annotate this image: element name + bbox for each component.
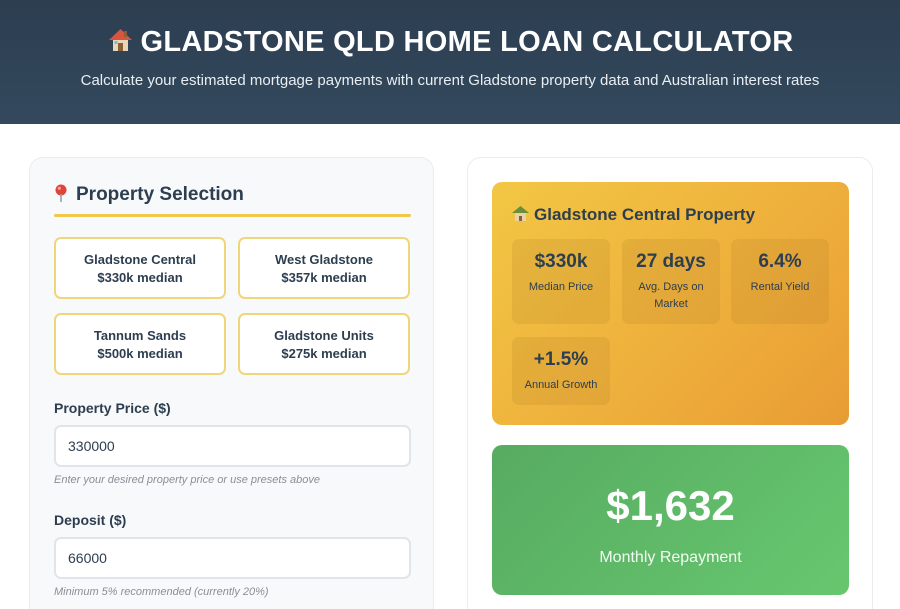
property-info-card: Gladstone Central Property $330k Median … <box>492 182 849 425</box>
page-header: GLADSTONE QLD HOME LOAN CALCULATOR Calcu… <box>0 0 900 124</box>
preset-tannum-sands[interactable]: Tannum Sands $500k median <box>54 313 226 375</box>
stat-value: 27 days <box>636 251 706 272</box>
preset-name: Tannum Sands <box>93 328 187 343</box>
deposit-input[interactable] <box>54 537 411 579</box>
deposit-hint: Minimum 5% recommended (currently 20%) <box>54 586 269 598</box>
stat-label: Rental Yield <box>750 281 810 293</box>
monthly-repayment-label: Monthly Repayment <box>599 549 742 566</box>
preset-gladstone-central[interactable]: Gladstone Central $330k median <box>54 237 226 299</box>
house-with-roof-icon <box>512 206 529 221</box>
preset-gladstone-units[interactable]: Gladstone Units $275k median <box>238 313 410 375</box>
preset-name: Gladstone Central <box>84 252 196 267</box>
results-panel: Gladstone Central Property $330k Median … <box>467 157 873 609</box>
stat-value: $330k <box>534 251 588 272</box>
stat-label: Avg. Days on Market <box>638 281 704 310</box>
preset-west-gladstone[interactable]: West Gladstone $357k median <box>238 237 410 299</box>
map-pin-icon <box>55 184 67 202</box>
page-subtitle: Calculate your estimated mortgage paymen… <box>80 72 820 89</box>
stat-median-price: $330k Median Price <box>512 239 610 324</box>
stat-value: 6.4% <box>758 251 802 272</box>
preset-median: $275k median <box>281 346 367 361</box>
property-card-title: Gladstone Central Property <box>534 205 756 224</box>
preset-name: West Gladstone <box>274 252 373 267</box>
stat-label: Annual Growth <box>524 379 598 391</box>
deposit-label: Deposit ($) <box>54 512 127 528</box>
section-divider <box>54 214 411 217</box>
monthly-repayment-card: $1,632 Monthly Repayment <box>492 445 849 595</box>
section-title: Property Selection <box>76 184 244 205</box>
property-price-input[interactable] <box>54 425 411 467</box>
preset-median: $500k median <box>97 346 183 361</box>
stat-annual-growth: +1.5% Annual Growth <box>512 337 610 405</box>
preset-median: $357k median <box>281 270 367 285</box>
section-title-row: Property Selection <box>54 184 244 206</box>
page-title-row: GLADSTONE QLD HOME LOAN CALCULATOR <box>0 26 900 59</box>
stat-days-on-market: 27 days Avg. Days on Market <box>622 239 720 324</box>
monthly-repayment-amount: $1,632 <box>606 482 735 529</box>
preset-median: $330k median <box>97 270 183 285</box>
stat-rental-yield: 6.4% Rental Yield <box>731 239 829 324</box>
property-price-hint: Enter your desired property price or use… <box>54 474 320 486</box>
stat-label: Median Price <box>528 281 594 293</box>
property-price-label: Property Price ($) <box>54 400 171 416</box>
property-card-title-row: Gladstone Central Property <box>511 205 755 225</box>
page-title: GLADSTONE QLD HOME LOAN CALCULATOR <box>140 26 794 58</box>
property-selection-panel: Property Selection Gladstone Central $33… <box>29 157 434 609</box>
house-icon <box>109 29 133 51</box>
stat-value: +1.5% <box>533 349 589 370</box>
preset-name: Gladstone Units <box>274 328 374 343</box>
